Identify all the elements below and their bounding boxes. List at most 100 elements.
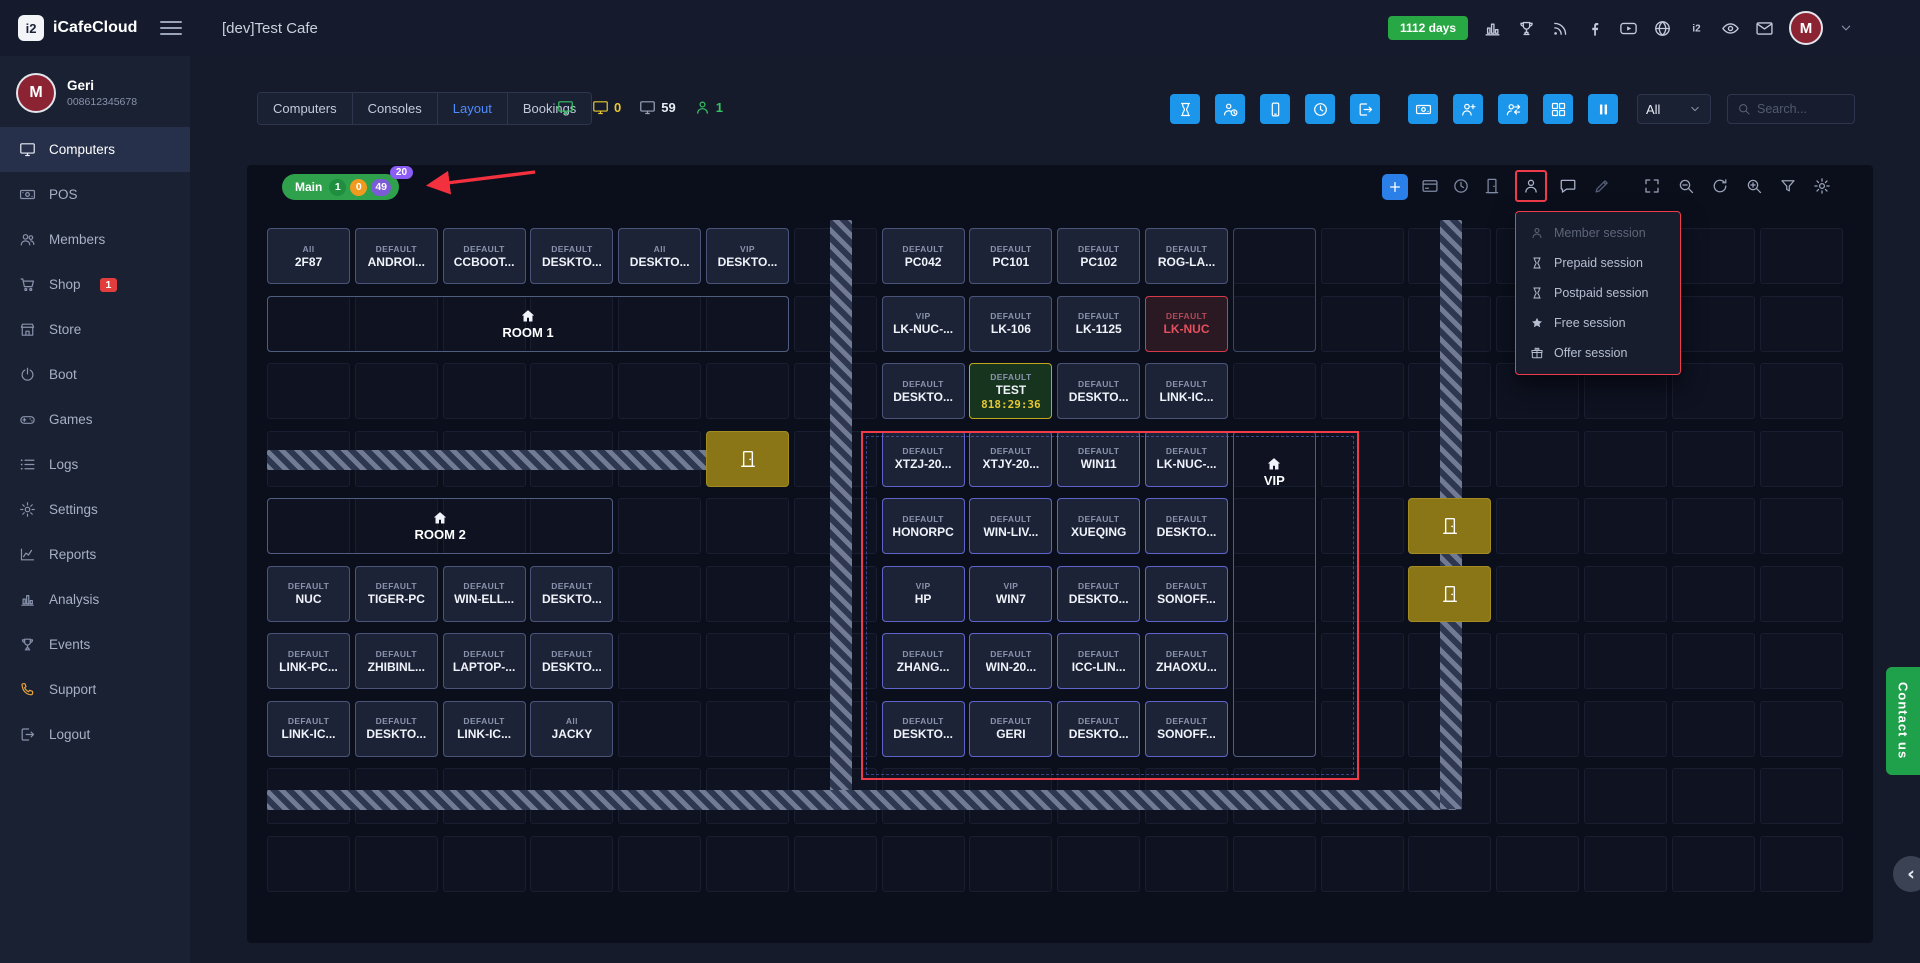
rss-icon[interactable] — [1551, 19, 1570, 38]
menu-item-free-session[interactable]: Free session — [1516, 308, 1680, 338]
pc-tile[interactable]: DEFAULTLINK-PC... — [267, 633, 350, 689]
sidebar-item-settings[interactable]: Settings — [0, 487, 190, 532]
sidebar-item-shop[interactable]: Shop1 — [0, 262, 190, 307]
pc-tile[interactable]: DEFAULTLK-NUC — [1145, 296, 1228, 352]
pc-tile[interactable]: DEFAULTXTJY-20... — [969, 431, 1052, 487]
door-tile[interactable] — [1408, 498, 1491, 554]
pc-tile[interactable]: DEFAULTTEST818:29:36 — [969, 363, 1052, 419]
pc-tile[interactable]: DEFAULTDESKTO... — [1057, 566, 1140, 622]
pc-tile[interactable]: DEFAULTLINK-IC... — [1145, 363, 1228, 419]
facebook-icon[interactable] — [1585, 19, 1604, 38]
add-computer-button[interactable] — [1382, 174, 1408, 200]
pc-tile[interactable]: DEFAULTZHAOXU... — [1145, 633, 1228, 689]
sidebar-item-support[interactable]: Support — [0, 667, 190, 712]
sidebar-item-members[interactable]: Members — [0, 217, 190, 262]
sidebar-item-computers[interactable]: Computers — [0, 127, 190, 172]
pc-tile[interactable]: DEFAULTICC-LIN... — [1057, 633, 1140, 689]
expand-icon[interactable] — [1643, 177, 1661, 195]
pc-tile[interactable]: DEFAULTANDROI... — [355, 228, 438, 284]
search-input[interactable] — [1757, 102, 1843, 116]
mobile-button[interactable] — [1260, 94, 1290, 124]
pc-tile[interactable]: DEFAULTDESKTO... — [530, 633, 613, 689]
hourglass-button[interactable] — [1170, 94, 1200, 124]
pc-tile[interactable]: DEFAULTTIGER-PC — [355, 566, 438, 622]
sidebar-item-boot[interactable]: Boot — [0, 352, 190, 397]
pc-tile[interactable]: DEFAULTDESKTO... — [1057, 363, 1140, 419]
pause-button[interactable] — [1588, 94, 1618, 124]
pc-tile[interactable]: DEFAULTXUEQING — [1057, 498, 1140, 554]
clock-button[interactable] — [1305, 94, 1335, 124]
sidebar-item-store[interactable]: Store — [0, 307, 190, 352]
pc-tile[interactable]: DEFAULTDESKTO... — [530, 228, 613, 284]
mail-icon[interactable] — [1755, 19, 1774, 38]
session-type-button[interactable] — [1515, 170, 1547, 202]
door-tile[interactable] — [706, 431, 789, 487]
person-clock-button[interactable] — [1215, 94, 1245, 124]
pc-tile[interactable]: DEFAULTDESKTO... — [882, 701, 965, 757]
pc-tile[interactable]: DEFAULTHONORPC — [882, 498, 965, 554]
zoom-in-icon[interactable] — [1745, 177, 1763, 195]
account-avatar[interactable]: M — [1789, 11, 1823, 45]
tab-consoles[interactable]: Consoles — [353, 93, 438, 124]
trophy-icon[interactable] — [1517, 19, 1536, 38]
globe-icon[interactable] — [1653, 19, 1672, 38]
pc-tile[interactable]: DEFAULTSONOFF... — [1145, 701, 1228, 757]
logout-button[interactable] — [1350, 94, 1380, 124]
chat-icon[interactable] — [1559, 177, 1577, 195]
zoom-out-icon[interactable] — [1677, 177, 1695, 195]
pc-tile[interactable]: DEFAULTNUC — [267, 566, 350, 622]
pc-tile[interactable]: DEFAULTZHIBINL... — [355, 633, 438, 689]
translate-icon[interactable] — [1687, 19, 1706, 38]
pc-tile[interactable]: DEFAULTZHANG... — [882, 633, 965, 689]
pc-tile[interactable]: DEFAULTGERI — [969, 701, 1052, 757]
youtube-icon[interactable] — [1619, 19, 1638, 38]
tab-computers[interactable]: Computers — [258, 93, 353, 124]
tab-layout[interactable]: Layout — [438, 93, 508, 124]
pc-tile[interactable]: DEFAULTLK-1125 — [1057, 296, 1140, 352]
banknote-button[interactable] — [1408, 94, 1438, 124]
pc-tile[interactable]: DEFAULTLK-106 — [969, 296, 1052, 352]
pc-tile[interactable]: DEFAULTPC042 — [882, 228, 965, 284]
pc-tile[interactable]: DEFAULTPC102 — [1057, 228, 1140, 284]
pc-tile[interactable]: VIPDESKTO... — [706, 228, 789, 284]
group-filter-select[interactable]: All — [1637, 94, 1711, 124]
menu-item-prepaid-session[interactable]: Prepaid session — [1516, 248, 1680, 278]
pc-tile[interactable]: DEFAULTLINK-IC... — [267, 701, 350, 757]
room-tab-main[interactable]: Main 1049 20 — [282, 174, 399, 200]
pc-tile[interactable]: AllJACKY — [530, 701, 613, 757]
door-tile[interactable] — [1408, 566, 1491, 622]
funnel-icon[interactable] — [1779, 177, 1797, 195]
pc-tile[interactable]: DEFAULTPC101 — [969, 228, 1052, 284]
card-icon[interactable] — [1421, 177, 1439, 195]
pc-tile[interactable]: DEFAULTCCBOOT... — [443, 228, 526, 284]
pc-tile[interactable]: DEFAULTXTZJ-20... — [882, 431, 965, 487]
pc-tile[interactable]: DEFAULTWIN-20... — [969, 633, 1052, 689]
pc-tile[interactable]: DEFAULTDESKTO... — [1145, 498, 1228, 554]
pc-tile[interactable]: VIPWIN7 — [969, 566, 1052, 622]
sidebar-item-analysis[interactable]: Analysis — [0, 577, 190, 622]
clock-icon[interactable] — [1452, 177, 1470, 195]
pc-tile[interactable]: DEFAULTDESKTO... — [1057, 701, 1140, 757]
pc-tile[interactable]: DEFAULTLAPTOP-... — [443, 633, 526, 689]
pc-tile[interactable]: DEFAULTSONOFF... — [1145, 566, 1228, 622]
pc-tile[interactable]: DEFAULTLINK-IC... — [443, 701, 526, 757]
person-swap-button[interactable] — [1498, 94, 1528, 124]
pc-tile[interactable]: DEFAULTDESKTO... — [882, 363, 965, 419]
pc-tile[interactable]: DEFAULTDESKTO... — [530, 566, 613, 622]
pc-tile[interactable]: DEFAULTWIN11 — [1057, 431, 1140, 487]
door-icon[interactable] — [1483, 177, 1501, 195]
pc-tile[interactable]: DEFAULTDESKTO... — [355, 701, 438, 757]
pc-tile[interactable]: AllDESKTO... — [618, 228, 701, 284]
grid-button[interactable] — [1543, 94, 1573, 124]
user-avatar[interactable]: M — [16, 73, 56, 113]
edit-pencil-icon[interactable] — [1593, 177, 1611, 195]
pc-tile[interactable]: DEFAULTLK-NUC-... — [1145, 431, 1228, 487]
refresh-icon[interactable] — [1711, 177, 1729, 195]
person-plus-button[interactable] — [1453, 94, 1483, 124]
bar-chart-icon[interactable] — [1483, 19, 1502, 38]
hamburger-menu-icon[interactable] — [160, 21, 182, 35]
eye-icon[interactable] — [1721, 19, 1740, 38]
contact-us-button[interactable]: Contact us — [1886, 667, 1920, 775]
pc-tile[interactable]: DEFAULTROG-LA... — [1145, 228, 1228, 284]
sidebar-item-games[interactable]: Games — [0, 397, 190, 442]
